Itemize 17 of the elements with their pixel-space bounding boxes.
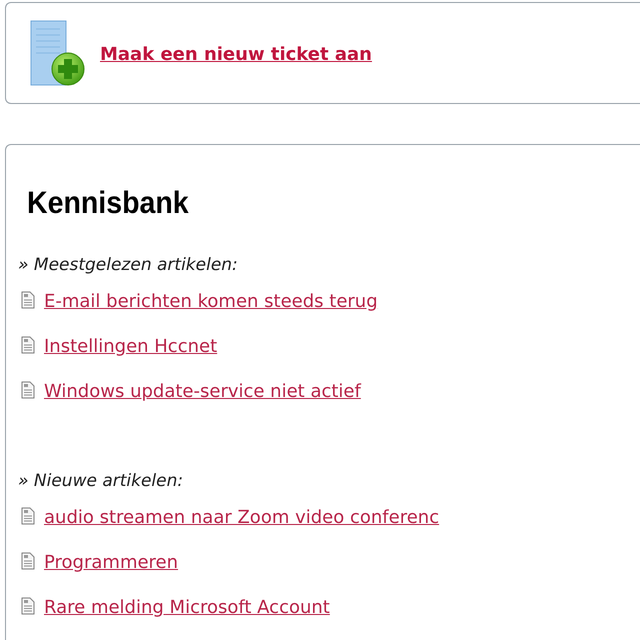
panel-title: Kennisbank: [27, 185, 190, 221]
article-link[interactable]: Programmeren: [44, 552, 178, 574]
section-heading: » Meestgelezen artikelen:: [18, 255, 239, 275]
article-link[interactable]: Windows update-service niet actief: [44, 381, 361, 403]
article-link[interactable]: Rare melding Microsoft Account: [44, 597, 330, 619]
section-heading: » Nieuwe artikelen:: [18, 471, 184, 491]
article-link[interactable]: E-mail berichten komen steeds terug: [44, 291, 378, 313]
new-ticket-link[interactable]: Maak een nieuw ticket aan: [100, 44, 372, 64]
new-document-icon: [28, 19, 86, 87]
document-icon: [21, 552, 35, 570]
article-link[interactable]: audio streamen naar Zoom video conferenc: [44, 507, 440, 529]
document-icon: [21, 291, 35, 309]
document-icon: [21, 336, 35, 354]
document-icon: [21, 507, 35, 525]
document-icon: [21, 597, 35, 615]
article-link[interactable]: Instellingen Hccnet: [44, 336, 218, 358]
document-icon: [21, 381, 35, 399]
